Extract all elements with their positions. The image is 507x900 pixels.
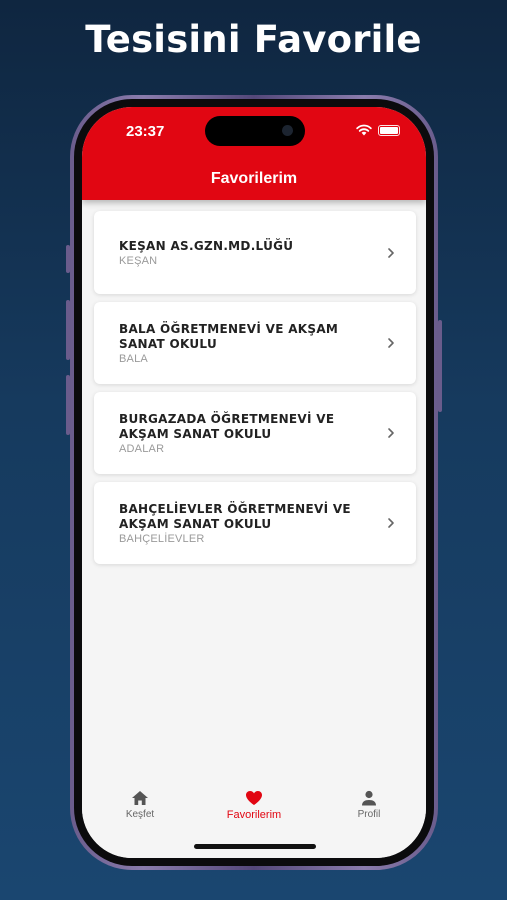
dynamic-island [205, 116, 305, 146]
tab-favorilerim[interactable]: Favorilerim [204, 790, 304, 821]
tab-label: Profil [357, 809, 381, 820]
favorite-subtitle: KEŞAN [119, 254, 158, 267]
heart-icon [246, 791, 262, 805]
wifi-icon [356, 124, 372, 136]
phone-volume-down [66, 375, 70, 435]
battery-icon [378, 124, 400, 136]
favorites-list: KEŞAN AS.GZN.MD.LÜĞÜ KEŞAN BALA ÖĞRETMEN… [94, 211, 416, 572]
chevron-right-icon [388, 247, 394, 258]
status-time: 23:37 [126, 123, 165, 140]
favorite-title: BURGAZADA ÖĞRETMENEVİ VE AKŞAM SANAT OKU… [119, 411, 335, 441]
person-icon [362, 790, 376, 806]
app-bar: 23:37 Favorilerim [82, 107, 426, 200]
home-icon [132, 791, 148, 805]
favorite-item[interactable]: BURGAZADA ÖĞRETMENEVİ VE AKŞAM SANAT OKU… [94, 392, 416, 474]
chevron-right-icon [388, 518, 394, 528]
favorite-subtitle: ADALAR [119, 442, 165, 455]
tab-kesfet[interactable]: Keşfet [90, 790, 190, 820]
page-title: Favorilerim [210, 170, 298, 187]
camera-icon [282, 125, 293, 136]
phone-screen: 23:37 Favorilerim KEŞAN AS.GZN.MD.LÜĞÜ K… [82, 107, 426, 858]
favorite-item[interactable]: KEŞAN AS.GZN.MD.LÜĞÜ KEŞAN [94, 211, 416, 294]
tab-label: Favorilerim [226, 809, 282, 821]
chevron-right-icon [388, 338, 394, 348]
favorite-subtitle: BALA [119, 352, 148, 365]
promo-headline: Tesisini Favorile [85, 18, 422, 61]
chevron-right-icon [388, 428, 394, 438]
phone-power-button [438, 320, 442, 412]
phone-volume-up [66, 300, 70, 360]
tab-profil[interactable]: Profil [319, 790, 419, 820]
favorite-title: KEŞAN AS.GZN.MD.LÜĞÜ [119, 238, 294, 253]
favorite-title: BALA ÖĞRETMENEVİ VE AKŞAM SANAT OKULU [119, 321, 339, 351]
favorite-title: BAHÇELİEVLER ÖĞRETMENEVİ VE AKŞAM SANAT … [119, 501, 351, 531]
favorite-subtitle: BAHÇELİEVLER [119, 532, 205, 545]
tab-label: Keşfet [125, 809, 155, 820]
favorite-item[interactable]: BAHÇELİEVLER ÖĞRETMENEVİ VE AKŞAM SANAT … [94, 482, 416, 564]
phone-action-button [66, 245, 70, 273]
status-icons [356, 124, 400, 136]
home-indicator[interactable] [194, 844, 316, 849]
favorite-item[interactable]: BALA ÖĞRETMENEVİ VE AKŞAM SANAT OKULU BA… [94, 302, 416, 384]
